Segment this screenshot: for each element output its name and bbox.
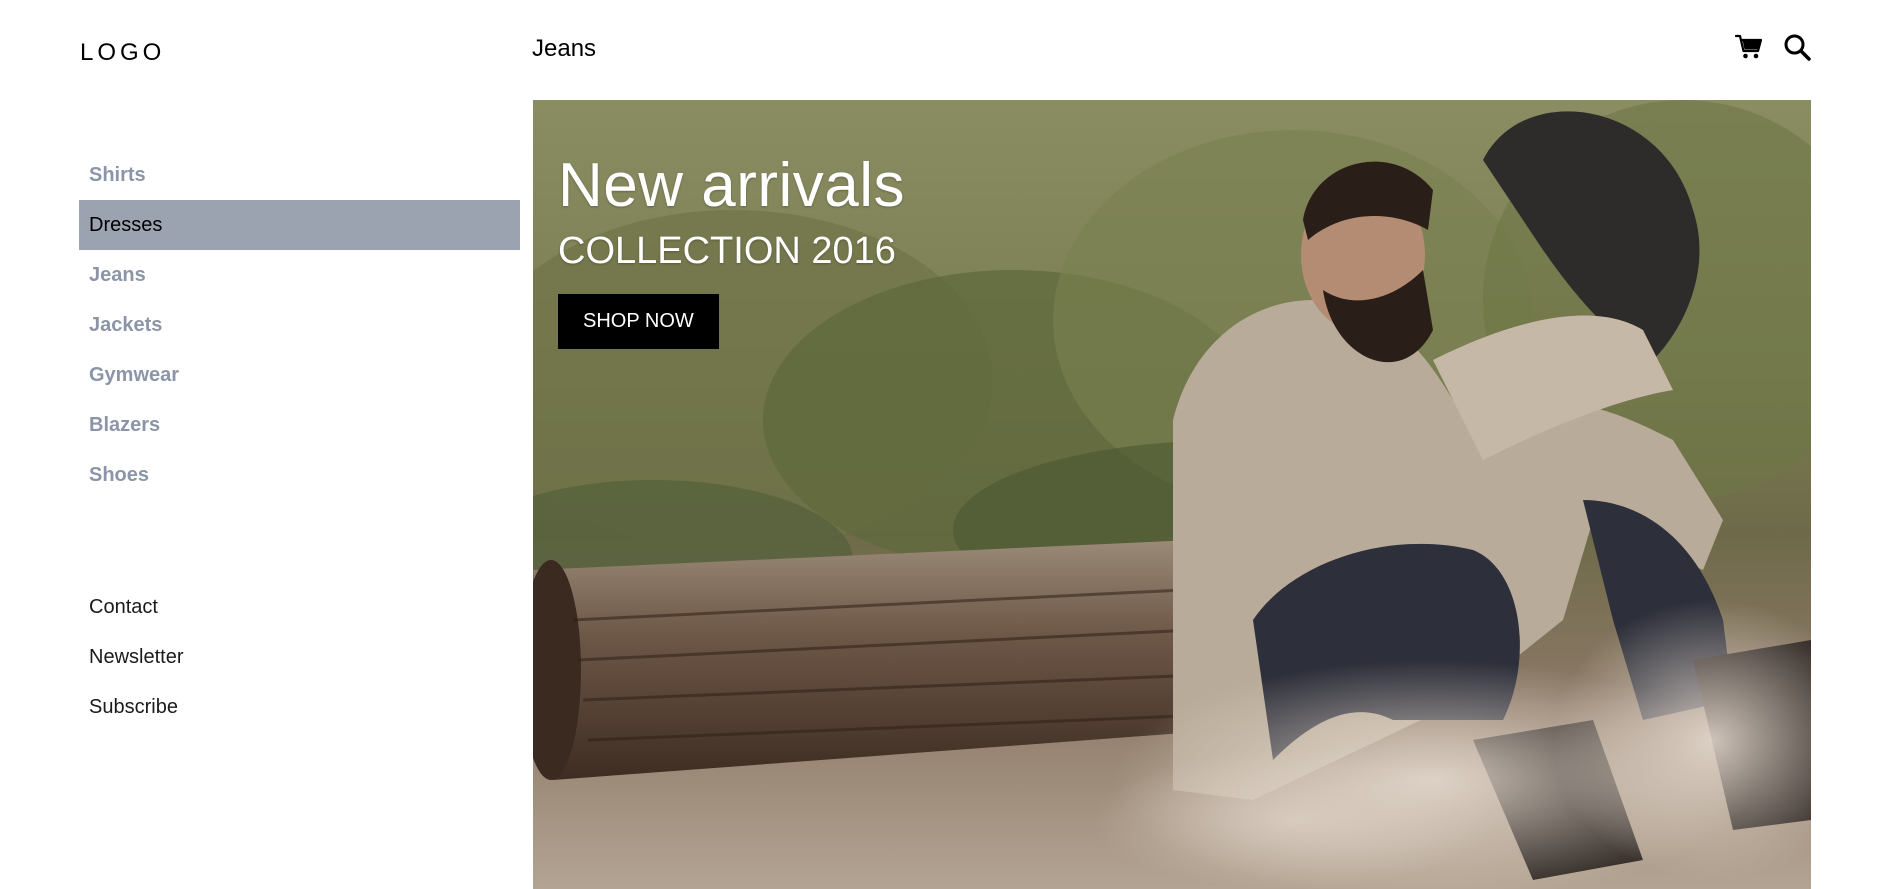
shop-now-button[interactable]: SHOP NOW bbox=[558, 294, 719, 349]
secondary-nav: Contact Newsletter Subscribe bbox=[79, 582, 520, 732]
header-actions bbox=[1734, 32, 1812, 62]
sidebar-link-newsletter[interactable]: Newsletter bbox=[79, 632, 520, 682]
page-title: Jeans bbox=[532, 35, 597, 62]
cart-icon[interactable] bbox=[1734, 32, 1764, 62]
sidebar-link-contact[interactable]: Contact bbox=[79, 582, 520, 632]
sidebar-item-gymwear[interactable]: Gymwear bbox=[79, 350, 520, 400]
hero-subheading: COLLECTION 2016 bbox=[558, 230, 896, 272]
sidebar-item-dresses[interactable]: Dresses bbox=[79, 200, 520, 250]
hero-heading: New arrivals bbox=[558, 151, 906, 220]
hero-banner: New arrivals COLLECTION 2016 SHOP NOW bbox=[533, 100, 1811, 889]
sidebar-item-shirts[interactable]: Shirts bbox=[79, 150, 520, 200]
search-icon[interactable] bbox=[1782, 32, 1812, 62]
sidebar-item-blazers[interactable]: Blazers bbox=[79, 400, 520, 450]
sidebar-link-subscribe[interactable]: Subscribe bbox=[79, 682, 520, 732]
sidebar-item-jeans[interactable]: Jeans bbox=[79, 250, 520, 300]
sidebar-item-jackets[interactable]: Jackets bbox=[79, 300, 520, 350]
category-nav: Shirts Dresses Jeans Jackets Gymwear Bla… bbox=[79, 150, 520, 500]
logo[interactable]: LOGO bbox=[80, 38, 165, 68]
sidebar-item-shoes[interactable]: Shoes bbox=[79, 450, 520, 500]
hero-text: New arrivals COLLECTION 2016 SHOP NOW bbox=[558, 150, 905, 349]
